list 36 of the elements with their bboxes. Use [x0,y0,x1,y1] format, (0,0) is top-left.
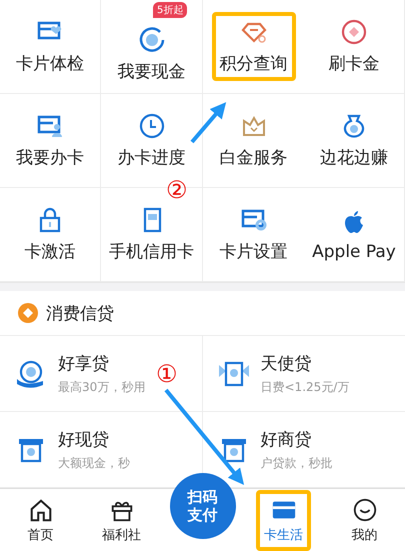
scan-pay-button[interactable]: 扫码支付 [170,473,236,539]
loan-subtitle: 日费<1.25元/万 [260,378,350,396]
highlighted-grid-item[interactable]: 积分查询 [212,12,296,81]
grid-item[interactable]: 手机信用卡 [101,200,202,269]
grid-item[interactable]: 我要现金 [110,20,194,89]
grid-item[interactable]: 我要办卡 [8,106,92,175]
annotation-arrow [190,102,226,144]
grid-item[interactable]: 边花边赚 [312,106,396,175]
loan-subtitle: 最高30万，秒用 [58,378,146,396]
loan-card[interactable]: 天使贷 日费<1.25元/万 [202,336,405,412]
grid-item[interactable]: 白金服务 [212,106,296,175]
tab-bar-item[interactable]: 福利社 [94,490,149,550]
grid-item[interactable]: Apple Pay [304,202,404,268]
smiley-icon [352,496,378,522]
grid-item[interactable]: 卡片体检 [8,12,92,81]
step-number: ① [156,362,178,386]
grid-item[interactable]: 卡片设置 [212,200,296,269]
loan-subtitle: 户贷款，秒批 [260,454,332,472]
step-number: ② [166,178,188,202]
section-title: 消费信贷 [46,302,114,324]
house-icon [28,496,54,522]
clock-icon [138,112,166,140]
diamond-coin-icon [340,18,368,46]
loan-name: 天使贷 [260,352,312,374]
loan-name: 好享贷 [58,352,110,374]
loan-subtitle: 大额现金，秒 [58,454,130,472]
loan-name: 好商贷 [260,428,312,450]
grid-item[interactable]: 刷卡金 [320,12,388,81]
diamond-badge-icon [18,303,38,323]
grid-item[interactable]: 卡激活 [16,200,84,269]
tab-bar-item[interactable]: 我的 [344,490,386,550]
grid-item[interactable]: 办卡进度 [110,106,194,175]
loan-name: 好现贷 [58,428,110,450]
tab-bar-item[interactable]: 首页 [20,490,62,550]
tab-bar-item[interactable]: 卡生活 [256,490,311,550]
discount-badge: 5折起 [153,2,188,18]
